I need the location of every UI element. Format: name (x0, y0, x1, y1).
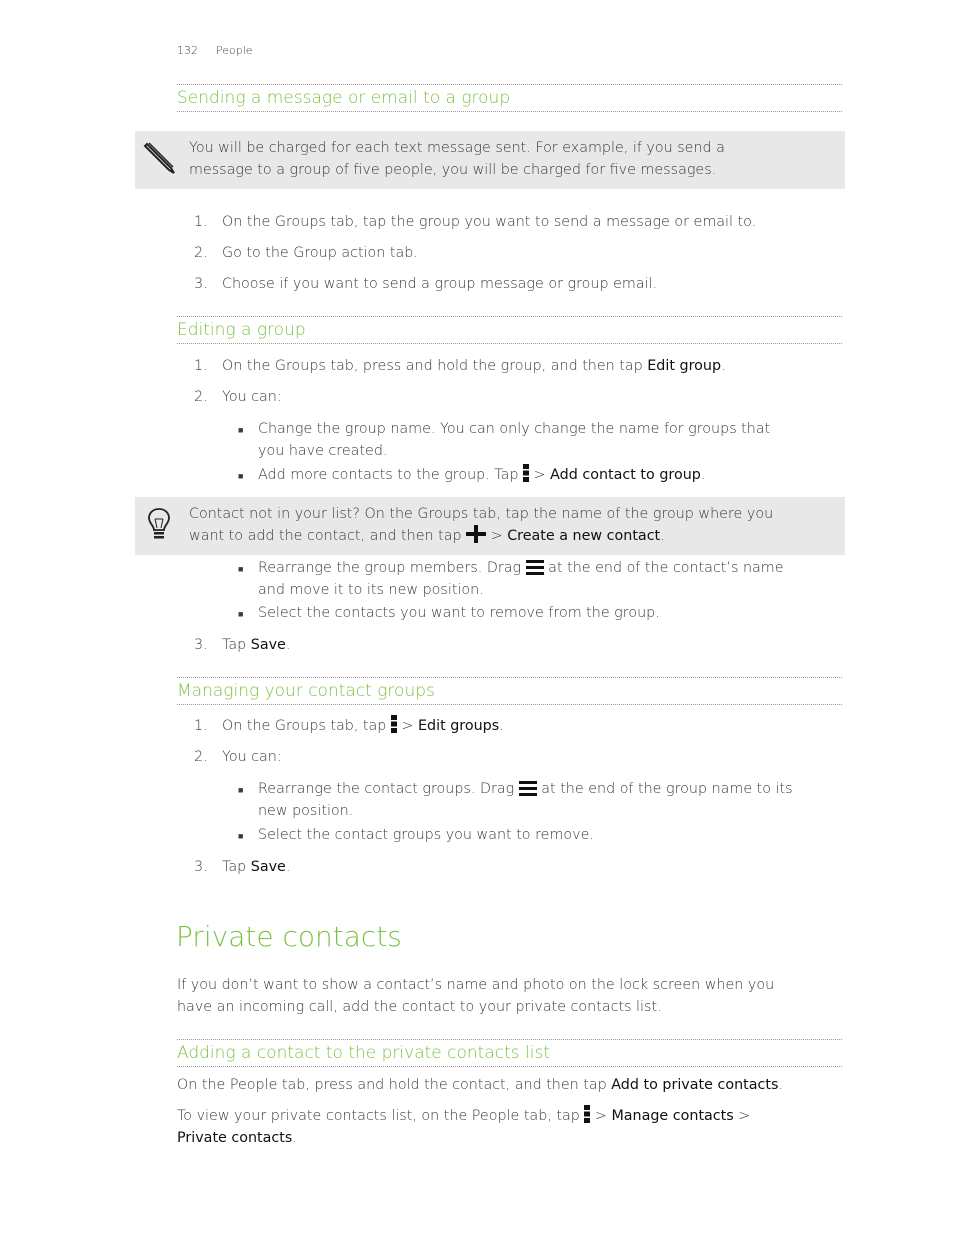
drag-handle-icon (525, 560, 544, 575)
section-heading-editing: Editing a group (177, 316, 842, 344)
bullet: ■ (238, 610, 244, 620)
ui-label-edit-group: Edit group (647, 358, 722, 374)
section-title: Editing a group (177, 320, 306, 340)
paragraph: To view your private contacts list, on t… (177, 1105, 750, 1149)
chapter-heading: Private contacts (176, 920, 402, 953)
bullet: ■ (238, 832, 244, 842)
page-number: 132 (177, 44, 198, 57)
step-text: On the Groups tab, tap the group you wan… (222, 214, 757, 230)
bullet-text: Select the contact groups you want to re… (258, 827, 594, 843)
ui-label-create-contact: Create a new contact (507, 528, 661, 544)
lightbulb-icon (148, 508, 170, 539)
section-title: Adding a contact to the private contacts… (177, 1043, 550, 1063)
bullet: ■ (238, 472, 244, 482)
bullet-text: Change the group name. You can only chan… (258, 421, 771, 459)
bullet: ■ (238, 426, 244, 436)
step-text: On the Groups tab, tap > Edit groups. (222, 715, 504, 737)
ui-label-add-private: Add to private contacts (611, 1077, 779, 1093)
page-header: 132 People (177, 44, 253, 57)
step-number: 2. (194, 749, 208, 765)
ui-label-add-contact: Add contact to group (550, 467, 701, 483)
intro-paragraph: If you don’t want to show a contact’s na… (177, 977, 775, 1015)
bullet: ■ (238, 786, 244, 796)
bullet-text: Rearrange the group members. Drag at the… (258, 560, 784, 598)
note-box: You will be charged for each text messag… (135, 131, 845, 189)
section-title: Managing your contact groups (177, 681, 435, 701)
bullet-text: Select the contacts you want to remove f… (258, 605, 660, 621)
ui-label-manage-contacts: Manage contacts (611, 1108, 734, 1124)
step-number: 2. (194, 389, 208, 405)
step-text: You can: (222, 749, 282, 765)
tip-box: Contact not in your list? On the Groups … (135, 497, 845, 555)
paragraph: On the People tab, press and hold the co… (177, 1077, 783, 1093)
ui-label-private-contacts: Private contacts (177, 1130, 293, 1146)
bullet-text: Rearrange the contact groups. Drag at th… (258, 781, 793, 819)
ui-label-edit-groups: Edit groups (417, 718, 500, 734)
step-number: 3. (194, 637, 208, 653)
step-text: Tap Save. (222, 859, 291, 875)
step-text: Tap Save. (222, 637, 291, 653)
pencil-icon (143, 142, 175, 174)
chapter-name: People (216, 44, 253, 57)
step-text: On the Groups tab, press and hold the gr… (222, 358, 726, 374)
step-text: You can: (222, 389, 282, 405)
bullet-text: Add more contacts to the group. Tap > Ad… (258, 464, 705, 486)
ui-label-save: Save (250, 637, 286, 653)
drag-handle-icon (518, 781, 537, 796)
step-number: 1. (194, 718, 208, 734)
bullet: ■ (238, 565, 244, 575)
plus-icon (466, 525, 487, 543)
step-number: 1. (194, 358, 208, 374)
section-title: Sending a message or email to a group (177, 88, 511, 108)
section-heading-sending: Sending a message or email to a group (177, 84, 842, 112)
ui-label-save: Save (250, 859, 286, 875)
step-number: 2. (194, 245, 208, 261)
step-text: Choose if you want to send a group messa… (222, 276, 658, 292)
section-heading-managing: Managing your contact groups (177, 677, 842, 705)
step-number: 3. (194, 859, 208, 875)
note-text-line: You will be charged for each text messag… (189, 140, 725, 156)
note-text-line: message to a group of five people, you w… (189, 162, 717, 178)
tip-text-line: want to add the contact, and then tap > … (189, 525, 829, 547)
tip-text-line: Contact not in your list? On the Groups … (189, 506, 774, 522)
step-number: 3. (194, 276, 208, 292)
step-text: Go to the Group action tab. (222, 245, 418, 261)
section-heading-adding: Adding a contact to the private contacts… (177, 1039, 842, 1067)
step-number: 1. (194, 214, 208, 230)
